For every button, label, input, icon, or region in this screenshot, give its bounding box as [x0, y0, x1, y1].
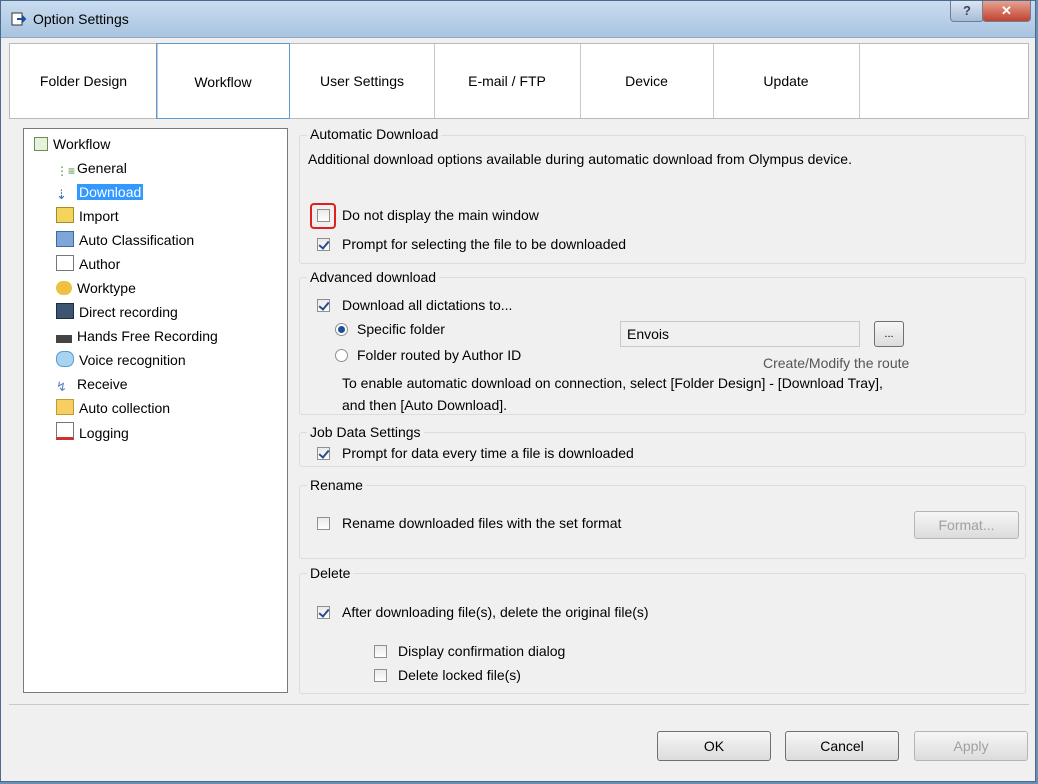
create-modify-route-link[interactable]: Create/Modify the route	[763, 355, 909, 371]
recording-icon	[56, 303, 74, 319]
specific-folder-radio[interactable]	[335, 323, 348, 336]
prompt-file-label: Prompt for selecting the file to be down…	[342, 236, 627, 252]
folder-path-field[interactable]: Envois	[620, 321, 860, 347]
author-icon	[56, 255, 74, 271]
group-title-job-data: Job Data Settings	[307, 424, 424, 440]
automatic-download-description: Additional download options available du…	[308, 151, 852, 167]
delete-locked-checkbox[interactable]	[374, 669, 387, 682]
tree-item-logging[interactable]: Logging	[56, 422, 129, 442]
group-title-automatic-download: Automatic Download	[307, 126, 442, 142]
author-id-radio[interactable]	[335, 349, 348, 362]
confirm-dialog-label: Display confirmation dialog	[398, 643, 566, 659]
delete-locked-label: Delete locked file(s)	[398, 667, 521, 683]
title-bar: Option Settings ? ✕	[1, 1, 1035, 38]
group-title-advanced-download: Advanced download	[307, 269, 440, 285]
ok-button[interactable]: OK	[657, 731, 771, 761]
list-icon: ⋮≡	[56, 164, 76, 178]
handsfree-icon	[56, 335, 72, 343]
option-settings-window: Option Settings ? ✕ Folder Design Workfl…	[0, 0, 1036, 782]
tree-item-auto-collection[interactable]: Auto collection	[56, 398, 170, 418]
speech-bubble-icon	[56, 351, 74, 367]
tree-root-workflow[interactable]: Workflow	[34, 134, 110, 154]
tab-bar: Folder Design Workflow User Settings E-m…	[9, 43, 1029, 119]
tree-item-voice-recognition[interactable]: Voice recognition	[56, 350, 186, 370]
tree-item-auto-classification[interactable]: Auto Classification	[56, 230, 194, 250]
delete-original-label: After downloading file(s), delete the or…	[342, 604, 649, 620]
tab-device[interactable]: Device	[580, 44, 714, 118]
author-id-label: Folder routed by Author ID	[357, 347, 522, 363]
confirm-dialog-checkbox[interactable]	[374, 645, 387, 658]
classification-icon	[56, 231, 74, 247]
prompt-data-checkbox[interactable]	[317, 447, 330, 460]
app-icon	[11, 12, 27, 26]
cancel-button[interactable]: Cancel	[785, 731, 899, 761]
import-icon	[56, 207, 74, 223]
download-all-label: Download all dictations to...	[342, 297, 513, 313]
workflow-icon	[34, 137, 48, 151]
settings-tree: Workflow ⋮≡ General ⇣ Download Import Auto…	[23, 128, 288, 693]
tree-item-import[interactable]: Import	[56, 206, 119, 226]
tree-item-direct-recording[interactable]: Direct recording	[56, 302, 178, 322]
tree-item-hands-free-recording[interactable]: Hands Free Recording	[56, 326, 218, 346]
prompt-file-checkbox[interactable]	[317, 238, 330, 251]
auto-download-note-line2: and then [Auto Download].	[342, 397, 508, 413]
specific-folder-label: Specific folder	[357, 321, 445, 337]
prompt-data-label: Prompt for data every time a file is dow…	[342, 445, 634, 461]
download-all-checkbox[interactable]	[317, 299, 330, 312]
group-title-delete: Delete	[307, 565, 354, 581]
receive-icon: ↯	[56, 379, 67, 394]
tree-item-general[interactable]: ⋮≡ General	[56, 158, 127, 178]
tree-item-author[interactable]: Author	[56, 254, 120, 274]
auto-download-note-line1: To enable automatic download on connecti…	[342, 375, 883, 391]
download-icon: ⇣	[56, 187, 67, 202]
tab-workflow[interactable]: Workflow	[156, 43, 290, 119]
tab-folder-design[interactable]: Folder Design	[10, 44, 158, 118]
tree-item-receive[interactable]: ↯ Receive	[56, 374, 128, 394]
folder-icon	[56, 399, 74, 415]
delete-original-checkbox[interactable]	[317, 606, 330, 619]
rename-checkbox[interactable]	[317, 517, 330, 530]
log-icon	[56, 422, 74, 440]
group-title-rename: Rename	[307, 477, 366, 493]
worktype-icon	[56, 281, 72, 295]
help-button[interactable]: ?	[950, 1, 984, 22]
no-main-window-label: Do not display the main window	[342, 207, 539, 223]
tab-update[interactable]: Update	[713, 44, 860, 118]
footer-separator	[9, 704, 1029, 705]
window-title: Option Settings	[33, 11, 129, 27]
browse-button[interactable]: ...	[874, 321, 904, 347]
rename-label: Rename downloaded files with the set for…	[342, 515, 622, 531]
close-button[interactable]: ✕	[982, 1, 1031, 22]
format-button[interactable]: Format...	[914, 511, 1019, 539]
tab-user-settings[interactable]: User Settings	[290, 44, 435, 118]
tab-email-ftp[interactable]: E-mail / FTP	[434, 44, 581, 118]
tree-item-download[interactable]: ⇣ Download	[56, 182, 144, 202]
tree-item-worktype[interactable]: Worktype	[56, 278, 136, 298]
no-main-window-checkbox[interactable]	[317, 209, 330, 222]
apply-button[interactable]: Apply	[914, 731, 1028, 761]
